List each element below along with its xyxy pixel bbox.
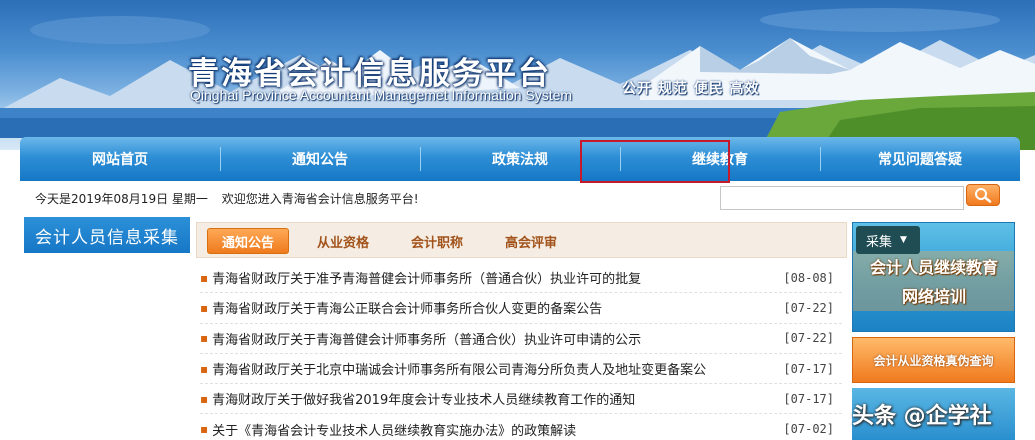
nav-item-label: 常见问题答疑: [878, 152, 962, 168]
news-list: ▪ 青海省财政厅关于准予青海普健会计师事务所（普通合伙）执业许可的批复 [08-…: [200, 263, 842, 440]
tab-titles[interactable]: 会计职称: [397, 228, 477, 254]
tab-label: 高会评审: [504, 235, 557, 251]
nav-item-home[interactable]: 网站首页: [20, 137, 220, 181]
nav-item-label: 政策法规: [492, 152, 548, 168]
nav-item-policies[interactable]: 政策法规: [420, 137, 620, 181]
site-motto: 公开 规范 便民 高效: [622, 81, 760, 97]
header-banner: 青海省会计信息服务平台 Qinghai Province Accountant …: [0, 0, 1035, 150]
bullet-icon: ▪: [200, 300, 209, 315]
news-title[interactable]: 青海省财政厅关于青海公正联合会计师事务所合伙人变更的备案公告: [212, 298, 602, 317]
caret-down-icon: ▼: [900, 235, 907, 245]
nav-item-faq[interactable]: 常见问题答疑: [820, 137, 1020, 181]
bullet-icon: ▪: [200, 391, 209, 406]
bullet-icon: ▪: [200, 270, 209, 285]
site-subtitle: Qinghai Province Accountant Managemet In…: [190, 87, 573, 103]
list-item[interactable]: ▪ 青海省财政厅关于北京中瑞诚会计师事务所有限公司青海分所负责人及地址变更备案公…: [200, 354, 842, 385]
info-bar: 今天是2019年08月19日 星期一 欢迎您进入青海省会计信息服务平台!: [35, 190, 419, 207]
search-button[interactable]: [966, 184, 1000, 206]
banner-line-2: 网络培训: [901, 287, 966, 306]
news-title[interactable]: 关于《青海省会计专业技术人员继续教育实施办法》的政策解读: [212, 420, 576, 439]
current-date: 今天是2019年08月19日 星期一: [35, 192, 208, 206]
banner-line-1: 会计人员继续教育: [869, 258, 998, 277]
left-panel-title: 会计人员信息采集: [35, 227, 179, 248]
list-item[interactable]: ▪ 青海省财政厅关于青海普健会计师事务所（普通合伙）执业许可申请的公示 [07-…: [200, 324, 842, 354]
tab-notices[interactable]: 通知公告: [207, 228, 289, 254]
news-date: [07-17]: [783, 391, 834, 406]
welcome-text: 欢迎您进入青海省会计信息服务平台!: [221, 192, 419, 206]
news-title[interactable]: 青海省财政厅关于准予青海普健会计师事务所（普通合伙）执业许可的批复: [212, 268, 641, 287]
news-date: [07-02]: [783, 422, 834, 437]
bullet-icon: ▪: [200, 422, 209, 437]
staff-info-collection-title[interactable]: 会计人员信息采集: [24, 217, 190, 253]
nav-item-label: 网站首页: [92, 152, 148, 168]
nav-item-notices[interactable]: 通知公告: [220, 137, 420, 181]
nav-item-label: 通知公告: [292, 152, 348, 168]
collect-dropdown[interactable]: 采集 ▼: [856, 226, 920, 254]
tab-label: 通知公告: [221, 235, 274, 251]
collect-label: 采集: [866, 234, 893, 250]
news-date: [07-17]: [783, 361, 834, 376]
search-icon: [975, 188, 992, 203]
watermark-text: 头条 @企学社: [852, 404, 992, 429]
news-date: [08-08]: [783, 270, 834, 285]
main-nav: 网站首页 通知公告 政策法规 继续教育 常见问题答疑: [20, 137, 1020, 181]
qualification-verify-button[interactable]: 会计从业资格真伪查询: [852, 337, 1015, 383]
search-input[interactable]: [720, 186, 964, 210]
tab-label: 会计职称: [410, 235, 463, 251]
list-item[interactable]: ▪ 青海省财政厅关于青海公正联合会计师事务所合伙人变更的备案公告 [07-22]: [200, 293, 842, 324]
news-tabs: 通知公告 从业资格 会计职称 高会评审: [196, 222, 847, 258]
news-title[interactable]: 青海省财政厅关于青海普健会计师事务所（普通合伙）执业许可申请的公示: [212, 329, 641, 348]
bullet-icon: ▪: [200, 361, 209, 376]
tab-label: 从业资格: [316, 235, 369, 251]
verify-label: 会计从业资格真伪查询: [873, 353, 994, 368]
bullet-icon: ▪: [200, 331, 209, 346]
tab-senior-review[interactable]: 高会评审: [491, 228, 571, 254]
nav-item-continuing-education[interactable]: 继续教育: [620, 137, 820, 181]
tab-qualification[interactable]: 从业资格: [303, 228, 383, 254]
news-date: [07-22]: [783, 331, 834, 346]
nav-item-label: 继续教育: [692, 152, 748, 168]
list-item[interactable]: ▪ 青海财政厅关于做好我省2019年度会计专业技术人员继续教育工作的通知 [07…: [200, 384, 842, 415]
news-date: [07-22]: [783, 300, 834, 315]
news-title[interactable]: 青海财政厅关于做好我省2019年度会计专业技术人员继续教育工作的通知: [212, 389, 635, 408]
news-title[interactable]: 青海省财政厅关于北京中瑞诚会计师事务所有限公司青海分所负责人及地址变更备案公: [212, 359, 706, 378]
list-item[interactable]: ▪ 关于《青海省会计专业技术人员继续教育实施办法》的政策解读 [07-02]: [200, 414, 842, 440]
list-item[interactable]: ▪ 青海省财政厅关于准予青海普健会计师事务所（普通合伙）执业许可的批复 [08-…: [200, 263, 842, 294]
